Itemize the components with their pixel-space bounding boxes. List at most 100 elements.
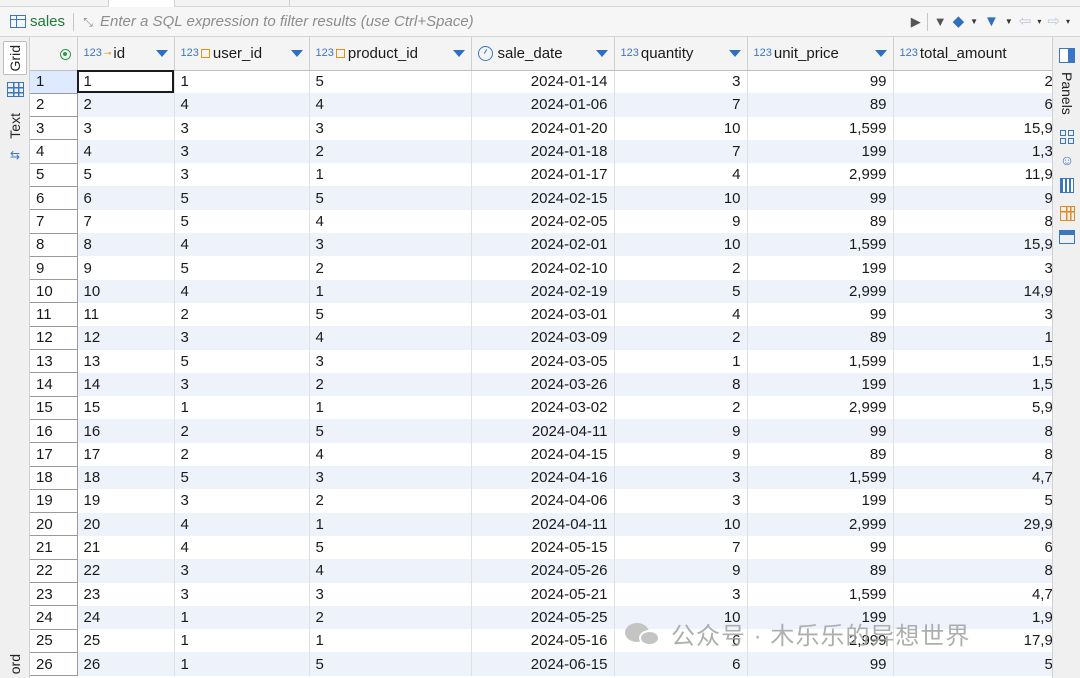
table-row[interactable]: 88432024-02-01101,59915,990 xyxy=(30,233,1052,257)
table-cell[interactable]: 18 xyxy=(77,466,175,490)
table-cell[interactable]: 8 xyxy=(77,233,175,257)
table-cell[interactable]: 3 xyxy=(174,139,310,164)
column-header-unit-price[interactable]: 123 unit_price xyxy=(747,37,894,71)
table-cell[interactable]: 25 xyxy=(77,629,175,653)
text-mode-icon[interactable]: ⇆ xyxy=(3,147,27,163)
sort-arrow-icon[interactable] xyxy=(452,49,465,57)
table-row[interactable]: 2222342024-05-26989801 xyxy=(30,559,1052,584)
table-cell[interactable]: 2024-03-05 xyxy=(471,349,615,373)
table-cell[interactable]: 2 xyxy=(174,442,310,467)
table-cell[interactable]: 4 xyxy=(614,302,748,327)
row-number[interactable]: 18 xyxy=(30,466,78,490)
sort-arrow-icon[interactable] xyxy=(874,49,887,57)
row-number[interactable]: 14 xyxy=(30,372,78,397)
table-cell[interactable]: 99 xyxy=(747,302,894,327)
row-number[interactable]: 19 xyxy=(30,489,78,514)
table-cell[interactable]: 801 xyxy=(893,559,1052,583)
sort-arrow-icon[interactable] xyxy=(595,49,608,57)
table-cell[interactable]: 89 xyxy=(747,209,894,234)
row-number[interactable]: 15 xyxy=(30,396,78,420)
table-cell[interactable]: 12 xyxy=(77,326,175,350)
table-cell[interactable]: 5 xyxy=(174,186,310,210)
table-cell[interactable]: 10 xyxy=(614,186,748,210)
table-cell[interactable]: 2024-01-06 xyxy=(471,93,615,117)
table-cell[interactable]: 4 xyxy=(174,279,310,303)
table-cell[interactable]: 3 xyxy=(614,466,748,490)
row-number[interactable]: 7 xyxy=(30,209,78,234)
table-row[interactable]: 2525112024-05-1662,99917,994 xyxy=(30,629,1052,653)
table-cell[interactable]: 2024-05-21 xyxy=(471,582,615,606)
table-cell[interactable]: 10 xyxy=(77,279,175,303)
editor-tab[interactable] xyxy=(175,0,290,7)
table-cell[interactable]: 594 xyxy=(893,652,1052,676)
table-cell[interactable]: 4 xyxy=(174,93,310,117)
table-row[interactable]: 33332024-01-20101,59915,990 xyxy=(30,116,1052,141)
table-cell[interactable]: 2024-06-15 xyxy=(471,652,615,676)
sort-arrow-icon[interactable] xyxy=(728,49,741,57)
references-icon[interactable] xyxy=(1057,130,1077,144)
table-cell[interactable]: 1 xyxy=(174,629,310,653)
row-number[interactable]: 16 xyxy=(30,419,78,444)
table-row[interactable]: 77542024-02-05989801 xyxy=(30,209,1052,234)
table-cell[interactable]: 1,599 xyxy=(747,349,894,373)
table-cell[interactable]: 3 xyxy=(309,233,472,257)
table-cell[interactable]: 1,599 xyxy=(747,582,894,606)
table-row[interactable]: 1212342024-03-09289178 xyxy=(30,326,1052,351)
table-row[interactable]: 2424122024-05-25101991,990 xyxy=(30,605,1052,630)
expand-filter-icon[interactable]: ⤡ xyxy=(80,16,96,28)
table-row[interactable]: 22442024-01-06789623 xyxy=(30,93,1052,118)
row-number[interactable]: 23 xyxy=(30,582,78,607)
table-cell[interactable]: 7 xyxy=(614,139,748,164)
table-cell[interactable]: 89 xyxy=(747,559,894,583)
table-cell[interactable]: 9 xyxy=(77,256,175,280)
row-number[interactable]: 17 xyxy=(30,442,78,467)
table-cell[interactable]: 2 xyxy=(174,302,310,327)
table-cell[interactable]: 1 xyxy=(309,279,472,303)
table-row[interactable]: 2626152024-06-15699594 xyxy=(30,652,1052,677)
table-cell[interactable]: 89 xyxy=(747,442,894,467)
table-cell[interactable]: 17,994 xyxy=(893,629,1052,653)
table-cell[interactable]: 15,990 xyxy=(893,116,1052,140)
table-cell[interactable]: 6 xyxy=(614,629,748,653)
table-cell[interactable]: 10 xyxy=(614,605,748,630)
table-cell[interactable]: 2024-04-11 xyxy=(471,512,615,536)
row-number[interactable]: 13 xyxy=(30,349,78,374)
table-cell[interactable]: 2024-02-15 xyxy=(471,186,615,210)
row-number[interactable]: 20 xyxy=(30,512,78,537)
table-cell[interactable]: 4,797 xyxy=(893,466,1052,490)
sort-arrow-icon[interactable] xyxy=(155,49,168,57)
table-cell[interactable]: 2,999 xyxy=(747,396,894,420)
table-row[interactable]: 1111252024-03-01499396 xyxy=(30,302,1052,327)
filter-history-icon[interactable]: ▼ xyxy=(934,15,947,28)
table-cell[interactable]: 2 xyxy=(309,372,472,397)
row-number[interactable]: 25 xyxy=(30,629,78,653)
table-cell[interactable]: 3 xyxy=(174,559,310,583)
chevron-down-icon[interactable]: ▼ xyxy=(970,17,978,26)
table-row[interactable]: 11152024-01-14399297 xyxy=(30,70,1052,94)
table-cell[interactable]: 9 xyxy=(614,559,748,583)
table-cell[interactable]: 199 xyxy=(747,489,894,513)
column-header-product-id[interactable]: 123 product_id xyxy=(309,37,472,71)
table-cell[interactable]: 2024-03-01 xyxy=(471,302,615,327)
table-cell[interactable]: 19 xyxy=(77,489,175,513)
table-cell[interactable]: 10 xyxy=(614,116,748,140)
table-row[interactable]: 44322024-01-1871991,393 xyxy=(30,139,1052,164)
sort-arrow-icon[interactable] xyxy=(290,49,303,57)
table-cell[interactable]: 623 xyxy=(893,93,1052,117)
table-row[interactable]: 1010412024-02-1952,99914,995 xyxy=(30,279,1052,304)
row-number[interactable]: 6 xyxy=(30,186,78,211)
table-cell[interactable]: 597 xyxy=(893,489,1052,513)
row-number[interactable]: 24 xyxy=(30,605,78,630)
table-cell[interactable]: 693 xyxy=(893,535,1052,560)
table-cell[interactable]: 2024-05-25 xyxy=(471,605,615,630)
table-cell[interactable]: 3 xyxy=(174,326,310,350)
table-cell[interactable]: 5 xyxy=(309,535,472,560)
row-number[interactable]: 12 xyxy=(30,326,78,351)
table-cell[interactable]: 8 xyxy=(614,372,748,397)
table-cell[interactable]: 1 xyxy=(309,512,472,536)
table-cell[interactable]: 2 xyxy=(309,489,472,513)
table-cell[interactable]: 178 xyxy=(893,326,1052,350)
table-cell[interactable]: 1 xyxy=(309,396,472,420)
table-cell[interactable]: 11,996 xyxy=(893,163,1052,187)
table-name-tag[interactable]: sales xyxy=(0,7,65,36)
